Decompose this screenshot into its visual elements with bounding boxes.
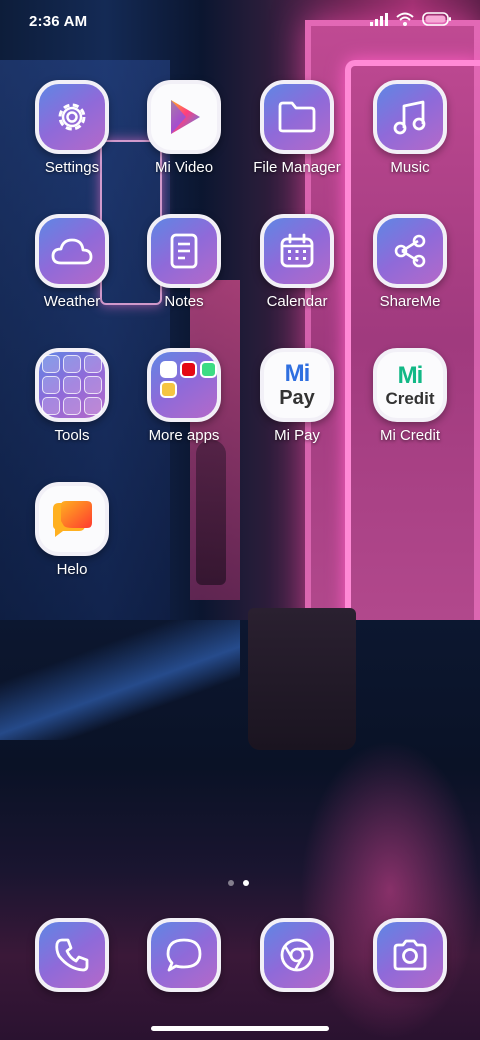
status-bar: 2:36 AM [0,0,480,44]
share-icon [391,232,429,270]
app-label: Notes [164,293,204,310]
music-note-icon [391,98,429,136]
gear-icon [53,98,91,136]
app-label: Mi Credit [379,427,440,444]
camera-icon [390,938,430,972]
mi-video-app-icon[interactable] [147,80,221,154]
settings-app-icon[interactable] [35,80,109,154]
app-music[interactable]: Music [354,80,466,198]
app-helo[interactable]: Helo [16,482,128,600]
chrome-icon [277,935,317,975]
app-mi-video[interactable]: Mi Video [128,80,240,198]
status-clock: 2:36 AM [29,13,88,30]
folder-grid-icon [42,355,102,415]
page-dot [228,880,234,886]
calendar-app-icon[interactable] [260,214,334,288]
dock-browser[interactable] [260,918,336,994]
wallpaper-ground-glow [300,740,480,1040]
cloud-icon [50,236,94,266]
more-apps-folder-icon[interactable] [147,348,221,422]
app-notes[interactable]: Notes [128,214,240,332]
app-label: More apps [148,427,220,444]
chat-bubble-icon [164,936,204,974]
app-mi-credit[interactable]: Mi Credit Mi Credit [354,348,466,466]
folder-icon [277,100,317,134]
app-label: Tools [54,427,90,444]
page-indicator [228,880,249,886]
folder-grid-icon [160,361,217,398]
app-label: ShareMe [379,293,441,310]
folder-more-apps[interactable]: More apps [128,348,240,466]
file-manager-app-icon[interactable] [260,80,334,154]
app-calendar[interactable]: Calendar [241,214,353,332]
helo-chat-icon [49,497,95,541]
app-label: Helo [56,561,88,578]
notes-app-icon[interactable] [147,214,221,288]
folder-tools[interactable]: Tools [16,348,128,466]
music-app-icon[interactable] [373,80,447,154]
play-icon [162,95,206,139]
app-mi-pay[interactable]: Mi Pay Mi Pay [241,348,353,466]
app-label: Mi Video [154,159,214,176]
mi-pay-logo: Mi Pay [279,360,315,409]
battery-icon [422,12,452,26]
app-shareme[interactable]: ShareMe [354,214,466,332]
dock-phone[interactable] [35,918,111,994]
phone-app-icon[interactable] [35,918,109,992]
weather-app-icon[interactable] [35,214,109,288]
status-icons [370,12,452,26]
home-indicator-bar[interactable] [151,1026,329,1031]
browser-app-icon[interactable] [260,918,334,992]
phone-icon [53,936,91,974]
app-label: Mi Pay [274,427,320,444]
app-settings[interactable]: Settings [16,80,128,198]
mi-credit-app-icon[interactable]: Mi Credit [373,348,447,422]
page-dot-active [243,880,249,886]
wallpaper-blue-streak [0,620,240,740]
calendar-icon [278,232,316,270]
app-file-manager[interactable]: File Manager [241,80,353,198]
mi-credit-logo: Mi Credit [385,361,435,408]
dock-messages[interactable] [147,918,223,994]
signal-icon [370,12,388,26]
messages-app-icon[interactable] [147,918,221,992]
tools-folder-icon[interactable] [35,348,109,422]
notepad-icon [167,232,201,270]
camera-app-icon[interactable] [373,918,447,992]
helo-app-icon[interactable] [35,482,109,556]
app-label: Calendar [266,293,328,310]
shareme-app-icon[interactable] [373,214,447,288]
app-label: File Manager [253,159,341,176]
app-label: Weather [43,293,101,310]
dock-camera[interactable] [373,918,449,994]
app-label: Settings [44,159,100,176]
app-weather[interactable]: Weather [16,214,128,332]
wallpaper-trash-bin [248,608,356,750]
app-label: Music [390,159,430,176]
mi-pay-app-icon[interactable]: Mi Pay [260,348,334,422]
wifi-icon [396,12,414,26]
